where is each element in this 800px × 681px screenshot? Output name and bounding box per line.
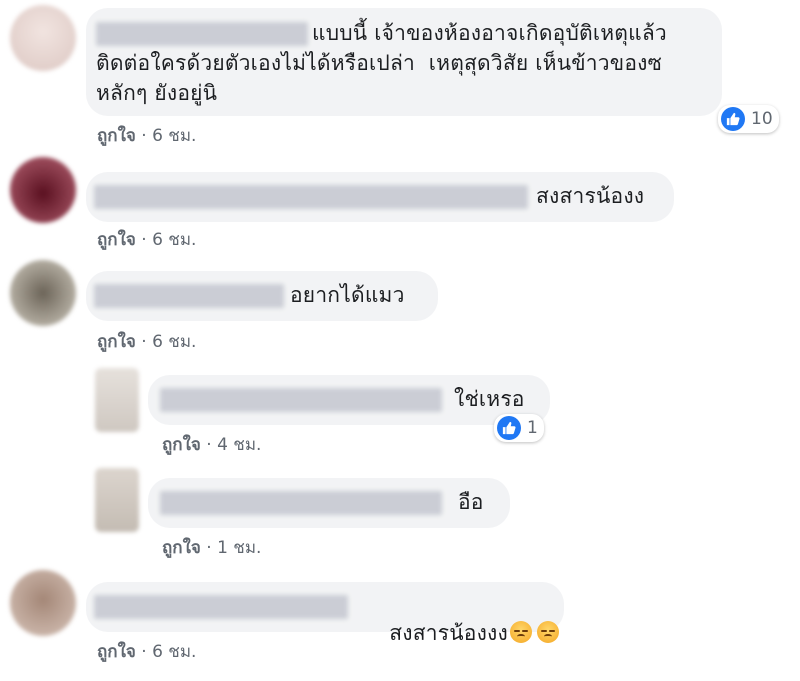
like-link[interactable]: ถูกใจ bbox=[97, 642, 136, 662]
avatar[interactable] bbox=[10, 260, 76, 326]
comment-actions: ถูกใจ · 6 ชม. bbox=[97, 122, 196, 149]
reaction-count-badge[interactable]: 1 bbox=[494, 414, 544, 442]
reply-actions: ถูกใจ · 1 ชม. bbox=[162, 534, 261, 561]
separator: · bbox=[206, 435, 218, 455]
timestamp-link[interactable]: 4 ชม. bbox=[217, 435, 261, 455]
reply-bubble: อือ bbox=[148, 478, 510, 528]
timestamp-link[interactable]: 6 ชม. bbox=[152, 332, 196, 352]
weary-face-emoji bbox=[509, 621, 532, 643]
like-link[interactable]: ถูกใจ bbox=[97, 332, 136, 352]
weary-face-emoji bbox=[536, 621, 559, 643]
comment-2: สงสารน้องง ถูกใจ · 6 ชม. bbox=[0, 150, 800, 250]
like-link[interactable]: ถูกใจ bbox=[97, 126, 136, 146]
comment-bubble: สงสารน้องง bbox=[86, 172, 674, 222]
avatar[interactable] bbox=[10, 5, 76, 71]
reaction-count: 10 bbox=[751, 109, 773, 129]
reaction-count-badge[interactable]: 10 bbox=[718, 105, 779, 133]
reply-actions: ถูกใจ · 4 ชม. bbox=[162, 431, 261, 458]
commenter-name-redacted[interactable] bbox=[94, 185, 528, 209]
reply-1: ใช่เหรอ 1 ถูกใจ · 4 ชม. bbox=[0, 360, 800, 460]
comment-actions: ถูกใจ · 6 ชม. bbox=[97, 638, 196, 665]
reply-text: อือ bbox=[458, 490, 484, 514]
like-icon bbox=[497, 416, 521, 440]
comment-text: อยากได้แมว bbox=[290, 283, 405, 307]
commenter-name-redacted[interactable] bbox=[96, 22, 308, 46]
commenter-name-redacted[interactable] bbox=[160, 491, 442, 515]
separator: · bbox=[206, 538, 218, 558]
separator: · bbox=[141, 126, 153, 146]
comment-4: สงสารน้องงง ถูกใจ · 6 ชม. bbox=[0, 560, 800, 681]
like-link[interactable]: ถูกใจ bbox=[97, 230, 136, 250]
timestamp-link[interactable]: 6 ชม. bbox=[152, 230, 196, 250]
comment-bubble: แบบนี้ เจ้าของห้องอาจเกิดอุบัติเหตุแล้ว … bbox=[86, 8, 722, 116]
separator: · bbox=[141, 230, 153, 250]
comment-text-line-2: ติดต่อใครด้วยตัวเองไม่ได้หรือเปล่า เหตุส… bbox=[96, 51, 663, 75]
commenter-name-redacted[interactable] bbox=[94, 284, 284, 308]
comment-bubble: สงสารน้องงง bbox=[86, 582, 564, 645]
like-icon bbox=[721, 107, 745, 131]
comment-1: แบบนี้ เจ้าของห้องอาจเกิดอุบัติเหตุแล้ว … bbox=[0, 0, 800, 150]
separator: · bbox=[141, 332, 153, 352]
timestamp-link[interactable]: 6 ชม. bbox=[152, 126, 196, 146]
comment-text-line-1: แบบนี้ เจ้าของห้องอาจเกิดอุบัติเหตุแล้ว bbox=[312, 21, 667, 45]
reaction-count: 1 bbox=[527, 418, 538, 438]
comment-actions: ถูกใจ · 6 ชม. bbox=[97, 328, 196, 355]
comment-actions: ถูกใจ · 6 ชม. bbox=[97, 226, 196, 253]
comment-bubble: อยากได้แมว bbox=[86, 271, 438, 321]
avatar[interactable] bbox=[10, 570, 76, 636]
like-link[interactable]: ถูกใจ bbox=[162, 435, 201, 455]
avatar[interactable] bbox=[95, 368, 139, 432]
comment-text: สงสารน้องง bbox=[536, 184, 645, 208]
reply-text: ใช่เหรอ bbox=[454, 387, 525, 411]
timestamp-link[interactable]: 6 ชม. bbox=[152, 642, 196, 662]
comment-3: อยากได้แมว ถูกใจ · 6 ชม. bbox=[0, 250, 800, 360]
timestamp-link[interactable]: 1 ชม. bbox=[217, 538, 261, 558]
comment-text-line-3: หลักๆ ยังอยู่นิ bbox=[96, 81, 218, 105]
commenter-name-redacted[interactable] bbox=[94, 595, 348, 619]
comment-text-content: สงสารน้องงง bbox=[389, 621, 508, 645]
separator: · bbox=[141, 642, 153, 662]
comment-text: สงสารน้องงง bbox=[348, 593, 559, 674]
reply-2: อือ ถูกใจ · 1 ชม. bbox=[0, 460, 800, 560]
avatar[interactable] bbox=[95, 468, 139, 532]
reply-bubble: ใช่เหรอ bbox=[148, 375, 550, 425]
like-link[interactable]: ถูกใจ bbox=[162, 538, 201, 558]
avatar[interactable] bbox=[10, 157, 76, 223]
commenter-name-redacted[interactable] bbox=[160, 388, 442, 412]
